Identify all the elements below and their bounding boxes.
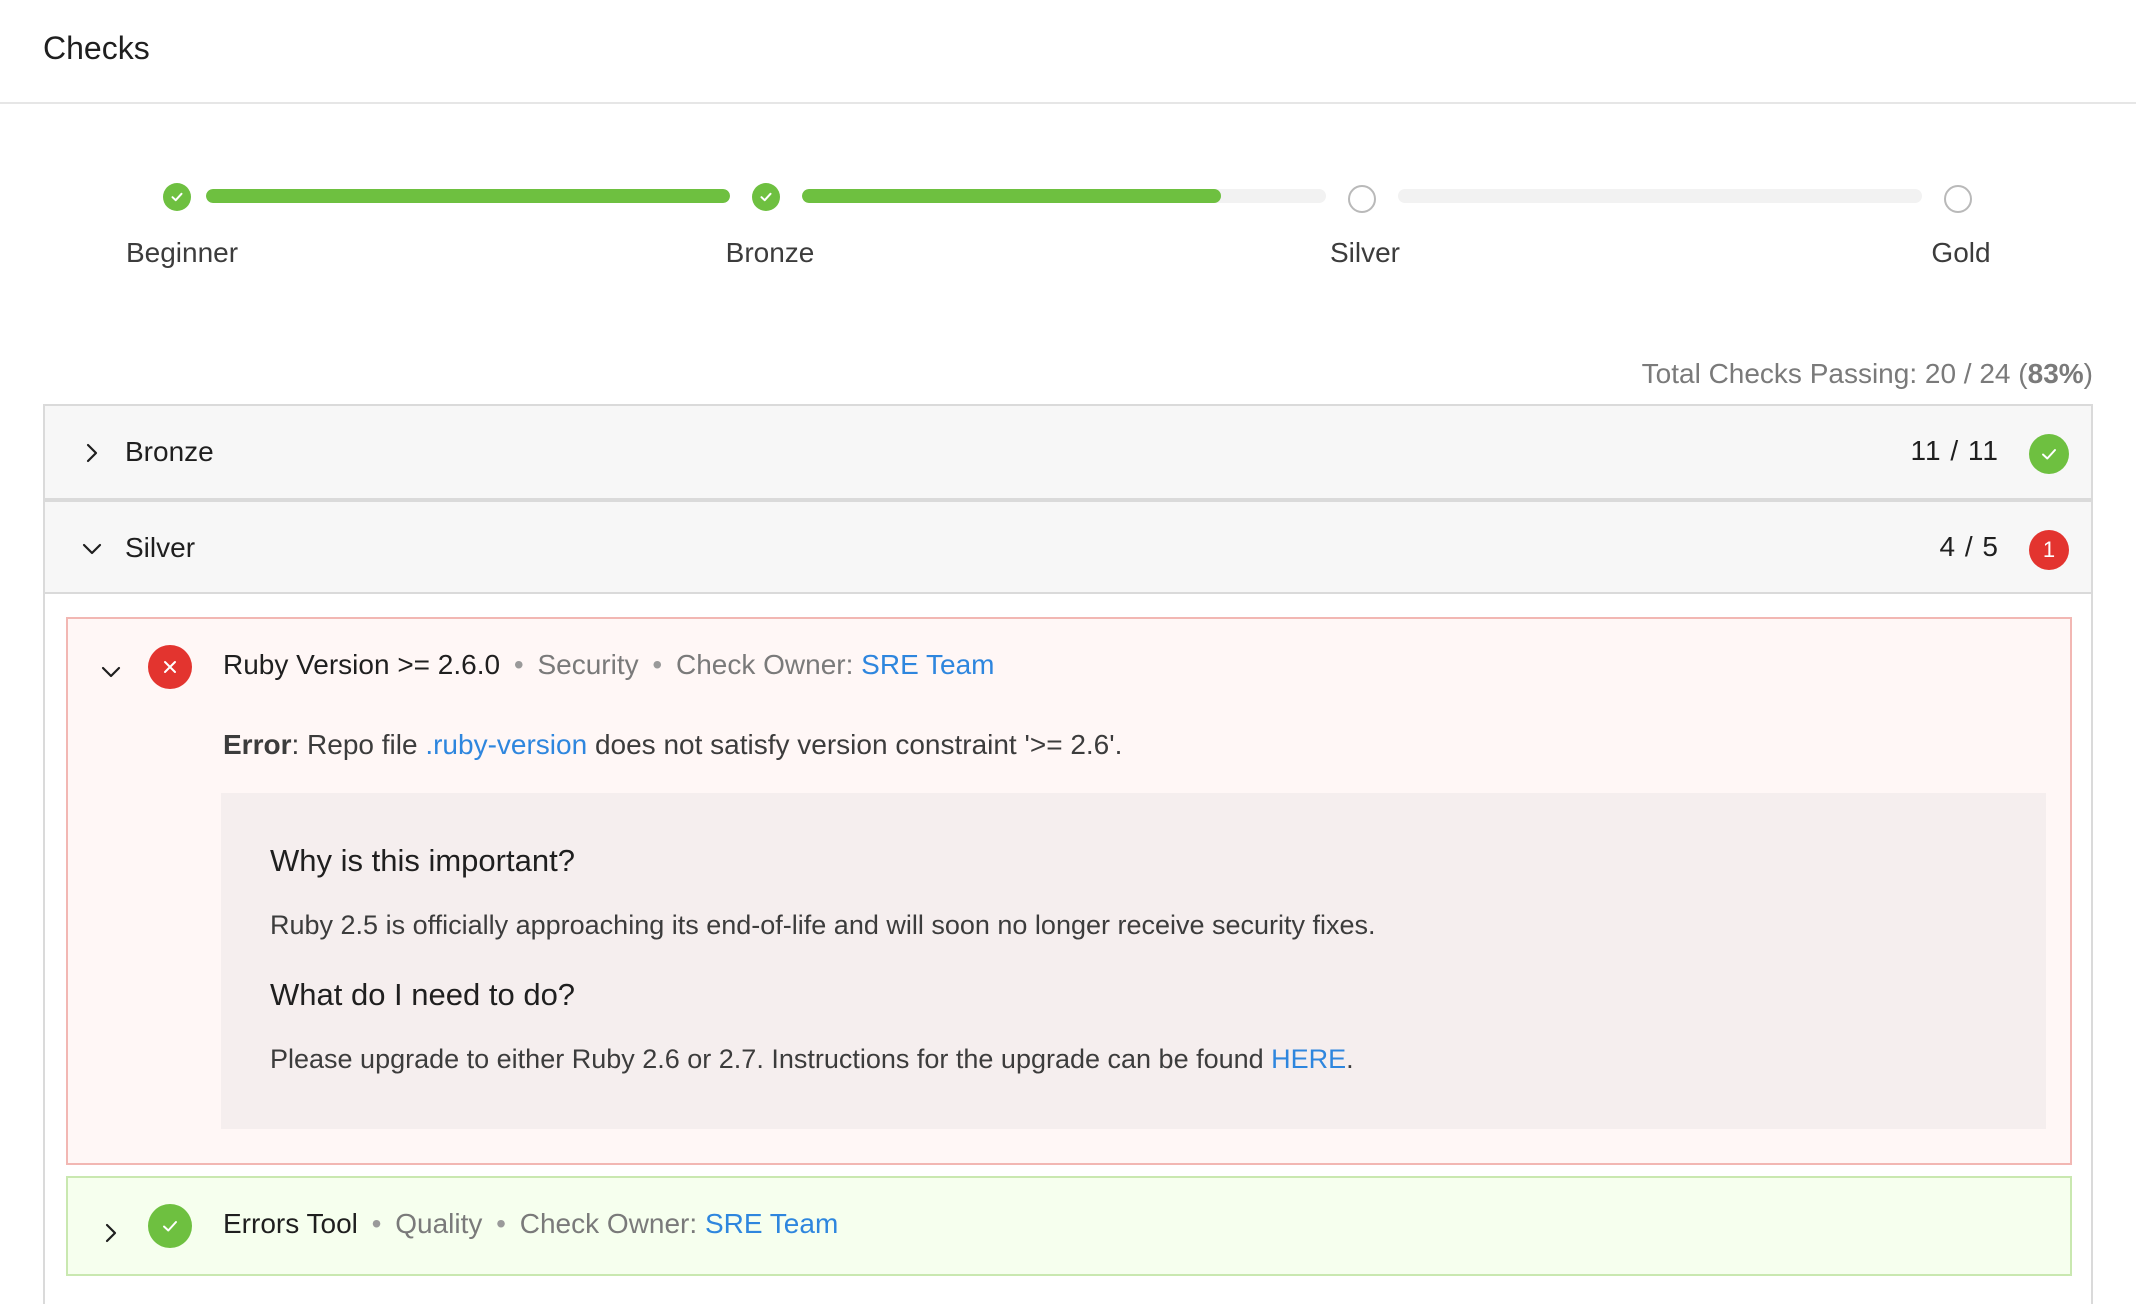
check-circle-icon [148,1204,192,1248]
summary-suffix: ) [2083,358,2093,389]
check-owner-label: Check Owner: [675,649,854,680]
todo-text: Please upgrade to either Ruby 2.6 or 2.7… [270,1044,1354,1075]
step-label-beginner: Beginner [125,237,239,268]
chevron-down-icon[interactable] [81,538,103,560]
page-header: Checks [0,0,2136,104]
summary-prefix: Total Checks Passing: 20 / 24 ( [1641,358,2028,389]
levels-accordion: Bronze 11 / 11 Silver 4 / 5 1 Ruby Versi… [43,404,2093,1304]
level-row-bronze[interactable]: Bronze 11 / 11 [45,406,2091,500]
check-card-ruby-version: Ruby Version >= 2.6.0 • Security • Check… [66,617,2072,1165]
check-name: Ruby Version >= 2.6.0 [223,649,501,680]
step-bronze-check-icon [752,183,780,211]
separator: • [513,649,524,680]
level-passing-check-icon [2029,434,2069,474]
step-label-gold: Gold [1931,237,1991,268]
error-text: does not satisfy version constraint '>= … [587,729,1123,760]
check-card-errors-tool: Errors Tool • Quality • Check Owner: SRE… [66,1176,2072,1276]
chevron-down-icon[interactable] [100,661,122,683]
check-name: Errors Tool [223,1208,358,1239]
separator: • [652,649,663,680]
why-text: Ruby 2.5 is officially approaching its e… [270,910,1376,940]
total-checks-summary: Total Checks Passing: 20 / 24 (83%) [1642,358,2093,390]
check-category: Security [537,649,639,680]
step-gold-circle-icon [1944,185,1972,213]
summary-percent: 83% [2027,358,2084,389]
level-count: 11 / 11 [1910,435,1999,466]
progress-track-beginner-bronze [206,189,730,203]
check-owner-link[interactable]: SRE Team [705,1208,838,1239]
progress-track-silver-gold [1398,189,1922,203]
progress-fill [802,189,1222,203]
level-name: Silver [125,532,196,563]
x-circle-icon [148,645,192,689]
check-explanation-panel: Why is this important? Ruby 2.5 is offic… [221,793,2046,1129]
error-text: : Repo file [291,729,426,760]
todo-heading: What do I need to do? [270,977,576,1012]
ruby-version-file-link[interactable]: .ruby-version [425,729,587,760]
progress-track-bronze-silver [802,189,1326,203]
progress-fill [206,189,730,203]
page-title: Checks [43,30,150,66]
step-label-bronze: Bronze [725,237,815,268]
todo-text-body: Please upgrade to either Ruby 2.6 or 2.7… [270,1044,1272,1074]
todo-text-end: . [1346,1044,1354,1074]
separator: • [496,1208,506,1239]
check-category: Quality [395,1208,483,1239]
level-row-silver[interactable]: Silver 4 / 5 1 [45,500,2091,594]
step-label-silver: Silver [1329,237,1400,268]
error-message: Error: Repo file .ruby-version does not … [223,729,1122,761]
chevron-right-icon[interactable] [100,1222,122,1244]
step-silver-circle-icon [1348,185,1376,213]
upgrade-instructions-link[interactable]: HERE [1271,1044,1346,1074]
error-label: Error [223,729,292,760]
check-title: Errors Tool • Quality • Check Owner: SRE… [223,1208,838,1240]
step-beginner-check-icon [163,183,191,211]
level-count: 4 / 5 [1939,531,1999,562]
check-owner-label: Check Owner: [519,1208,698,1239]
level-name: Bronze [125,436,214,467]
chevron-right-icon[interactable] [81,442,103,464]
separator: • [371,1208,382,1239]
check-owner-link[interactable]: SRE Team [861,649,994,680]
check-title: Ruby Version >= 2.6.0 • Security • Check… [223,649,995,681]
level-failing-count-badge: 1 [2029,530,2069,570]
why-heading: Why is this important? [270,843,575,878]
